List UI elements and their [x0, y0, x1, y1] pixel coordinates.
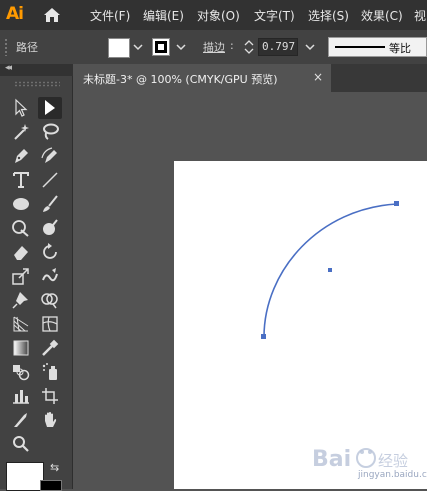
- swap-fill-stroke-icon[interactable]: ⇆: [50, 461, 59, 474]
- menu-bar: Ai 文件(F) 编辑(E) 对象(O) 文字(T) 选择(S) 效果(C) 视: [0, 0, 427, 30]
- line-segment-icon: [42, 172, 58, 188]
- eyedropper-tool[interactable]: [38, 337, 62, 359]
- shaper-icon: [12, 220, 29, 237]
- artboard-tool[interactable]: [38, 385, 62, 407]
- document-tab-bar: 未标题-3* @ 100% (CMYK/GPU 预览) ×: [73, 64, 427, 92]
- fill-swatch[interactable]: [108, 38, 130, 58]
- collapse-panel-icon[interactable]: ◂◂: [5, 63, 12, 73]
- menu-type[interactable]: 文字(T): [254, 7, 295, 24]
- type-tool[interactable]: [9, 169, 33, 191]
- svg-text:经验: 经验: [378, 452, 408, 470]
- lasso-icon: [43, 123, 59, 140]
- gradient-tool[interactable]: [9, 337, 33, 359]
- stroke-profile-label: 等比: [389, 42, 411, 55]
- puppet-warp-tool[interactable]: [9, 289, 33, 311]
- mesh-icon: [42, 316, 58, 332]
- stroke-profile-dropdown[interactable]: 等比: [328, 37, 427, 57]
- warp-icon: [42, 268, 58, 282]
- blend-icon: [13, 365, 30, 381]
- eraser-tool[interactable]: [9, 241, 33, 263]
- tools-panel-header: ◂◂: [0, 63, 73, 76]
- document-tab-title: 未标题-3* @ 100% (CMYK/GPU 预览): [83, 73, 278, 86]
- default-stroke-swatch[interactable]: [40, 480, 62, 491]
- tools-panel-grip[interactable]: [14, 81, 60, 87]
- scale-tool[interactable]: [9, 265, 33, 287]
- eraser-icon: [14, 246, 28, 260]
- rotate-icon: [43, 243, 57, 259]
- menu-effect[interactable]: 效果(C): [361, 7, 403, 24]
- stroke-swatch[interactable]: [152, 38, 170, 56]
- zoom-tool[interactable]: [9, 433, 33, 455]
- chevron-down-icon[interactable]: [303, 38, 317, 56]
- shape-builder-icon: [41, 293, 58, 309]
- selection-type-label: 路径: [16, 41, 38, 54]
- stepper-icon[interactable]: [242, 38, 256, 56]
- shape-builder-tool[interactable]: [38, 289, 62, 311]
- blend-tool[interactable]: [9, 361, 33, 383]
- control-bar-grip[interactable]: [4, 38, 8, 56]
- pen-tool[interactable]: [9, 145, 33, 167]
- curvature-pen-icon: [41, 147, 57, 163]
- chevron-down-icon[interactable]: [131, 38, 145, 56]
- magic-wand-tool[interactable]: [9, 121, 33, 143]
- stroke-label-colon: :: [230, 39, 234, 52]
- symbol-sprayer-icon: [42, 363, 57, 380]
- menu-object[interactable]: 对象(O): [197, 7, 240, 24]
- slice-tool[interactable]: [9, 409, 33, 431]
- watermark-url: jingyan.baidu.com: [358, 470, 427, 480]
- column-graph-tool[interactable]: [9, 385, 33, 407]
- mesh-tool[interactable]: [38, 313, 62, 335]
- lasso-tool[interactable]: [38, 121, 62, 143]
- menu-select[interactable]: 选择(S): [308, 7, 349, 24]
- pin-icon: [12, 292, 28, 309]
- eyedropper-icon: [42, 339, 59, 356]
- menu-file[interactable]: 文件(F): [90, 7, 130, 24]
- gradient-icon: [13, 340, 29, 356]
- ellipse-tool[interactable]: [9, 193, 33, 215]
- chevron-down-icon[interactable]: [174, 38, 188, 56]
- rotate-tool[interactable]: [38, 241, 62, 263]
- stroke-weight-input[interactable]: 0.797: [258, 38, 298, 56]
- shaper-tool[interactable]: [9, 217, 33, 239]
- scale-icon: [12, 268, 29, 285]
- perspective-grid-tool[interactable]: [9, 313, 33, 335]
- control-bar: 路径 描边 : 0.797 等比: [0, 30, 427, 65]
- tools-panel: ◂◂: [0, 63, 73, 489]
- direct-selection-icon: [45, 100, 55, 115]
- document-tab[interactable]: 未标题-3* @ 100% (CMYK/GPU 预览) ×: [73, 64, 331, 92]
- default-fill-swatch[interactable]: [6, 462, 44, 491]
- symbol-sprayer-tool[interactable]: [38, 361, 62, 383]
- line-segment-tool[interactable]: [38, 169, 62, 191]
- direct-selection-tool[interactable]: [38, 97, 62, 119]
- type-icon: [13, 172, 29, 188]
- home-icon[interactable]: [42, 6, 62, 24]
- selection-tool[interactable]: [9, 97, 33, 119]
- selection-arrow-icon: [15, 98, 28, 117]
- artboard-icon: [42, 388, 58, 404]
- paintbrush-tool[interactable]: [38, 193, 62, 215]
- knife-icon: [14, 413, 27, 427]
- paintbrush-icon: [43, 195, 58, 212]
- stroke-profile-preview: [335, 46, 385, 48]
- perspective-grid-icon: [13, 316, 29, 332]
- blob-brush-tool[interactable]: [38, 217, 62, 239]
- hand-tool[interactable]: [38, 409, 62, 431]
- curvature-tool[interactable]: [38, 145, 62, 167]
- svg-text:Bai: Bai: [312, 447, 351, 472]
- stroke-label[interactable]: 描边: [203, 39, 225, 55]
- bar-graph-icon: [13, 390, 29, 404]
- pen-icon: [15, 149, 28, 163]
- magic-wand-icon: [14, 124, 29, 140]
- close-icon[interactable]: ×: [313, 70, 323, 84]
- menu-edit[interactable]: 编辑(E): [143, 7, 184, 24]
- magnifier-icon: [13, 436, 29, 452]
- ellipse-icon: [13, 198, 29, 210]
- blob-brush-icon: [43, 219, 58, 235]
- hand-icon: [45, 412, 57, 427]
- app-logo: Ai: [6, 4, 24, 24]
- menu-view[interactable]: 视: [414, 7, 426, 24]
- warp-tool[interactable]: [38, 265, 62, 287]
